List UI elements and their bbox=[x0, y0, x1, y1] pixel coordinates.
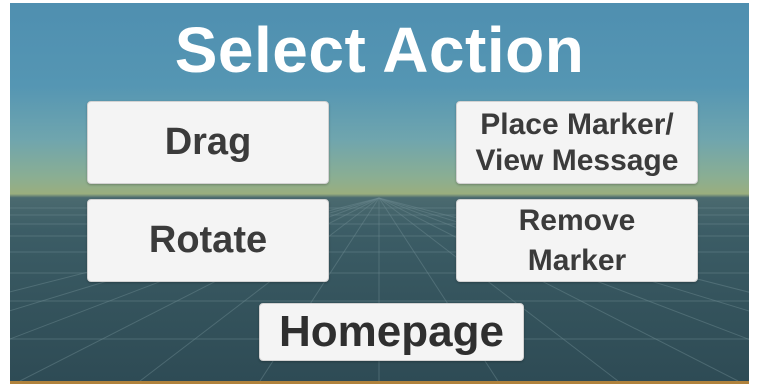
homepage-button-label: Homepage bbox=[279, 307, 504, 356]
remove-marker-label-line1: Remove bbox=[518, 203, 636, 237]
scene-background: Select Action Drag Place Marker/ View Me… bbox=[10, 3, 749, 381]
page-title: Select Action bbox=[174, 14, 585, 86]
place-marker-label-line2: View Message bbox=[475, 143, 679, 177]
drag-button[interactable]: Drag bbox=[87, 101, 329, 184]
remove-marker-label-line2: Marker bbox=[527, 243, 627, 277]
homepage-button[interactable]: Homepage bbox=[259, 303, 524, 361]
place-marker-view-message-button[interactable]: Place Marker/ View Message bbox=[456, 101, 698, 184]
rotate-button[interactable]: Rotate bbox=[87, 199, 329, 282]
drag-button-label: Drag bbox=[164, 121, 252, 163]
remove-marker-button[interactable]: Remove Marker bbox=[456, 199, 698, 282]
rotate-button-label: Rotate bbox=[148, 219, 268, 261]
app-frame: Select Action Drag Place Marker/ View Me… bbox=[0, 0, 760, 384]
place-marker-label-line1: Place Marker/ bbox=[480, 107, 674, 141]
